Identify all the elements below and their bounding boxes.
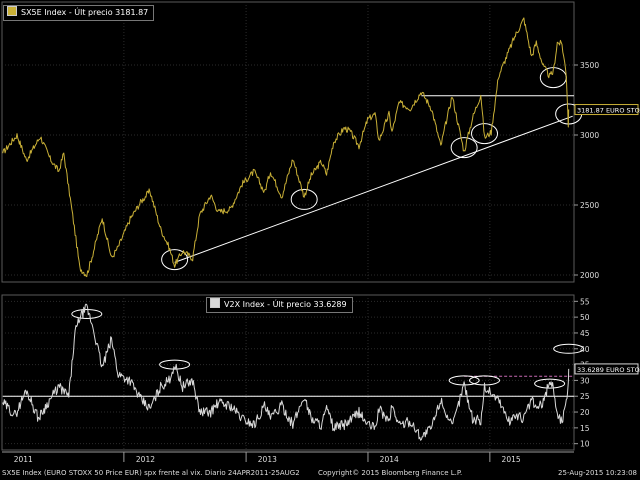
x-axis-year-label: 2014 — [380, 455, 399, 464]
x-axis-year-label: 2011 — [14, 455, 33, 464]
x-axis: 2011 2012 2013 2014 2015 — [2, 451, 574, 464]
bloomberg-chart-terminal: 2000 2500 3000 3500 3181.87 EURO STOX 10 15 20… — [0, 0, 640, 480]
sx5e-panel-frame — [1, 1, 575, 283]
bottom-legend[interactable]: V2X Index - Últ precio 33.6289 — [206, 297, 353, 313]
v2x-y-tick-label: 25 — [580, 392, 590, 401]
sx5e-y-tick-label: 3000 — [580, 131, 599, 140]
bottom-panel-annotations — [2, 308, 585, 397]
sx5e-y-tick-label: 3500 — [580, 61, 599, 70]
bottom-legend-swatch — [210, 298, 220, 308]
x-axis-year-label: 2013 — [258, 455, 277, 464]
v2x-y-tick-label: 30 — [580, 376, 590, 385]
top-panel-grid — [1, 1, 575, 283]
v2x-series-line — [2, 303, 570, 441]
chart-canvas: 2000 2500 3000 3500 3181.87 EURO STOX 10 15 20… — [1, 1, 640, 464]
v2x-y-tick-label: 15 — [580, 424, 590, 433]
v2x-y-tick-label: 55 — [580, 297, 590, 306]
sx5e-last-value-label: 3181.87 EURO STOX — [577, 107, 640, 115]
footer-timestamp: 25-Aug-2015 10:23:08 — [558, 469, 637, 477]
top-legend-swatch — [7, 6, 17, 16]
sx5e-y-tick-label: 2500 — [580, 201, 599, 210]
top-legend-label: SX5E Index - Últ precio 3181.87 — [21, 8, 149, 17]
v2x-y-tick-label: 50 — [580, 313, 590, 322]
bottom-panel-y-axis: 1015202530354045505533.6289 EURO STOX — [574, 297, 640, 449]
v2x-y-tick-label: 10 — [580, 440, 590, 449]
footer-description: SX5E Index (EURO STOXX 50 Price EUR) spx… — [2, 469, 300, 477]
footer-bar: SX5E Index (EURO STOXX 50 Price EUR) spx… — [0, 466, 640, 480]
sx5e-circle-marker — [290, 188, 318, 210]
top-panel-series — [2, 17, 570, 278]
v2x-y-tick-label: 20 — [580, 408, 590, 417]
x-axis-year-label: 2015 — [502, 455, 521, 464]
sx5e-circle-marker — [450, 137, 478, 159]
v2x-last-value-label: 33.6289 EURO STOX — [577, 366, 640, 374]
bottom-legend-label: V2X Index - Últ precio 33.6289 — [224, 300, 347, 309]
top-panel-y-axis: 2000 2500 3000 3500 3181.87 EURO STOX — [574, 61, 640, 280]
x-axis-year-label: 2012 — [136, 455, 155, 464]
sx5e-trend-line — [174, 115, 573, 263]
sx5e-series-line — [2, 17, 570, 278]
bottom-panel-series — [2, 303, 570, 441]
footer-copyright: Copyright© 2015 Bloomberg Finance L.P. — [318, 469, 463, 477]
v2x-y-tick-label: 40 — [580, 345, 590, 354]
sx5e-y-tick-label: 2000 — [580, 271, 599, 280]
top-legend[interactable]: SX5E Index - Últ precio 3181.87 — [3, 5, 155, 21]
top-panel-annotations — [161, 67, 583, 271]
v2x-y-tick-label: 45 — [580, 329, 590, 338]
